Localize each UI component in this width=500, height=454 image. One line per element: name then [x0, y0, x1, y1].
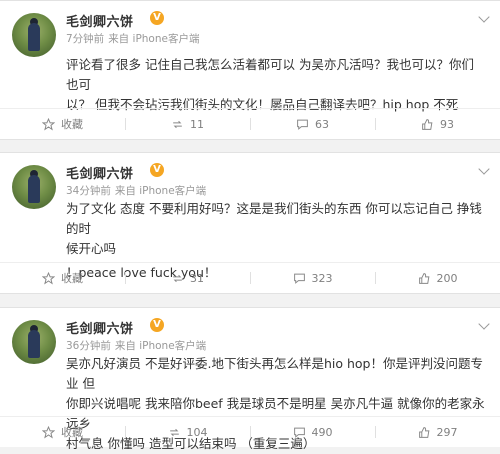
- avatar[interactable]: [12, 165, 56, 209]
- comment-count: 490: [311, 425, 333, 439]
- repost-button[interactable]: 104: [125, 417, 250, 447]
- like-count: 93: [440, 117, 454, 131]
- star-icon: [42, 117, 55, 131]
- repost-count: 11: [190, 117, 204, 131]
- action-bar: 收藏 104 490 297: [0, 416, 500, 447]
- action-bar: 收藏 11 63 93: [0, 108, 500, 139]
- like-count: 200: [436, 271, 458, 285]
- repost-icon: [173, 274, 182, 282]
- favorite-button[interactable]: 收藏: [0, 109, 125, 139]
- thumbs-up-icon: [418, 426, 429, 438]
- weibo-post-3: 毛剑卿六饼 V 36分钟前 来自 iPhone客户端 吴亦凡好演员 不是好评委.地…: [0, 307, 500, 451]
- chevron-down-icon[interactable]: [478, 163, 490, 175]
- chevron-down-icon[interactable]: [478, 318, 490, 330]
- repost-count: 31: [190, 271, 204, 285]
- favorite-button[interactable]: 收藏: [0, 417, 125, 447]
- repost-icon: [173, 120, 182, 128]
- username[interactable]: 毛剑卿六饼: [66, 11, 134, 30]
- comment-count: 63: [315, 117, 329, 131]
- star-icon: [42, 271, 55, 285]
- post-meta: 36分钟前 来自 iPhone客户端: [66, 338, 210, 353]
- chevron-down-icon[interactable]: [478, 11, 490, 23]
- verified-badge-icon: V: [150, 163, 164, 177]
- avatar[interactable]: [12, 13, 56, 57]
- like-count: 297: [436, 425, 458, 439]
- comment-button[interactable]: 323: [250, 263, 375, 293]
- verified-badge-icon: V: [150, 318, 164, 332]
- comment-button[interactable]: 490: [250, 417, 375, 447]
- repost-count: 104: [186, 425, 208, 439]
- comment-icon: [297, 119, 308, 130]
- thumbs-up-icon: [418, 272, 429, 284]
- like-button[interactable]: 297: [375, 417, 500, 447]
- post-time: 7分钟前: [66, 33, 105, 45]
- post-time: 34分钟前: [66, 185, 111, 197]
- comment-count: 323: [311, 271, 333, 285]
- post-content: 评论看了很多 记住自己我怎么活着都可以 为吴亦凡活吗？我也可以？你们也可 以？ …: [66, 55, 486, 115]
- verified-badge-icon: V: [150, 11, 164, 25]
- favorite-button[interactable]: 收藏: [0, 263, 125, 293]
- favorite-label: 收藏: [61, 118, 83, 131]
- avatar[interactable]: [12, 320, 56, 364]
- thumbs-up-icon: [422, 118, 433, 130]
- repost-button[interactable]: 31: [125, 263, 250, 293]
- post-meta: 34分钟前 来自 iPhone客户端: [66, 183, 210, 198]
- comment-button[interactable]: 63: [250, 109, 375, 139]
- username[interactable]: 毛剑卿六饼: [66, 318, 134, 337]
- comment-icon: [293, 427, 305, 438]
- content-line: 吴亦凡好演员 不是好评委.地下街头再怎么样是hio hop！你是评判没问题专业 …: [66, 356, 483, 391]
- star-icon: [42, 425, 55, 439]
- content-line: 评论看了很多 记住自己我怎么活着都可以 为吴亦凡活吗？我也可以？你们也可: [66, 57, 474, 92]
- like-button[interactable]: 200: [375, 263, 500, 293]
- favorite-label: 收藏: [61, 426, 83, 439]
- post-time: 36分钟前: [66, 340, 111, 352]
- post-source: 来自 iPhone客户端: [114, 185, 207, 197]
- action-bar: 收藏 31 323 200: [0, 262, 500, 293]
- content-line: 候开心吗: [66, 241, 117, 256]
- username[interactable]: 毛剑卿六饼: [66, 163, 134, 182]
- favorite-label: 收藏: [61, 272, 83, 285]
- post-source: 来自 iPhone客户端: [114, 340, 207, 352]
- post-meta: 7分钟前 来自 iPhone客户端: [66, 31, 203, 46]
- weibo-post-1: 毛剑卿六饼 V 7分钟前 来自 iPhone客户端 评论看了很多 记住自己我怎么活…: [0, 0, 500, 140]
- repost-icon: [169, 428, 179, 436]
- weibo-post-2: 毛剑卿六饼 V 34分钟前 来自 iPhone客户端 为了文化 态度 不要利用好吗…: [0, 152, 500, 294]
- repost-button[interactable]: 11: [125, 109, 250, 139]
- post-source: 来自 iPhone客户端: [108, 33, 200, 45]
- comment-icon: [293, 273, 305, 284]
- like-button[interactable]: 93: [375, 109, 500, 139]
- content-line: 为了文化 态度 不要利用好吗？这是是我们街头的东西 你可以忘记自己 挣钱的时: [66, 201, 482, 236]
